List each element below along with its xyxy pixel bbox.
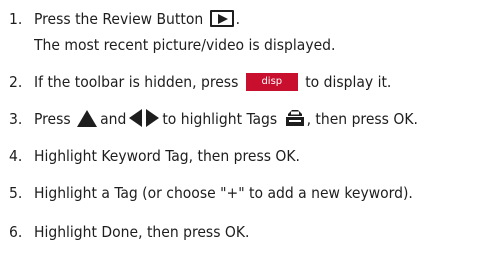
step-2: 2. If the toolbar is hidden, press disp t… bbox=[9, 72, 391, 92]
step-4: 4. Highlight Keyword Tag, then press OK. bbox=[9, 146, 300, 166]
triangle-right-icon bbox=[146, 109, 160, 127]
tag-icon bbox=[285, 110, 304, 126]
step-text: Press the Review Button bbox=[34, 10, 204, 28]
step-number: 4. bbox=[9, 147, 23, 165]
step-number: 2. bbox=[9, 73, 23, 91]
step-number: 5. bbox=[9, 184, 23, 202]
step-text: Highlight Keyword Tag, then press OK. bbox=[34, 147, 300, 165]
disp-button: disp bbox=[245, 72, 298, 91]
step-1: 1. Press the Review Button . bbox=[9, 9, 240, 29]
step-text: If the toolbar is hidden, press bbox=[34, 73, 239, 91]
step-6: 6. Highlight Done, then press OK. bbox=[9, 222, 249, 242]
step-1-note: The most recent picture/video is display… bbox=[34, 36, 336, 54]
step-3: 3. Press and to highlight Tags , then pres… bbox=[9, 109, 418, 129]
step-text: Press bbox=[34, 110, 71, 128]
instructions-document: 1. Press the Review Button . The most rec… bbox=[0, 0, 495, 260]
step-number: 1. bbox=[9, 10, 23, 28]
triangle-left-icon bbox=[129, 109, 143, 127]
step-text-end: to display it. bbox=[305, 73, 392, 91]
step-text-mid: to highlight Tags bbox=[162, 110, 278, 128]
step-text: Highlight a Tag (or choose "+" to add a … bbox=[34, 184, 413, 202]
step-text-end: , then press OK. bbox=[306, 110, 418, 128]
triangle-up-icon bbox=[77, 109, 98, 127]
step-text-and: and bbox=[100, 110, 127, 128]
step-text: Highlight Done, then press OK. bbox=[34, 223, 250, 241]
step-text-end: . bbox=[235, 10, 241, 28]
step-number: 3. bbox=[9, 110, 23, 128]
play-icon bbox=[209, 10, 234, 27]
step-5: 5. Highlight a Tag (or choose "+" to add … bbox=[9, 183, 413, 203]
step-number: 6. bbox=[9, 223, 23, 241]
